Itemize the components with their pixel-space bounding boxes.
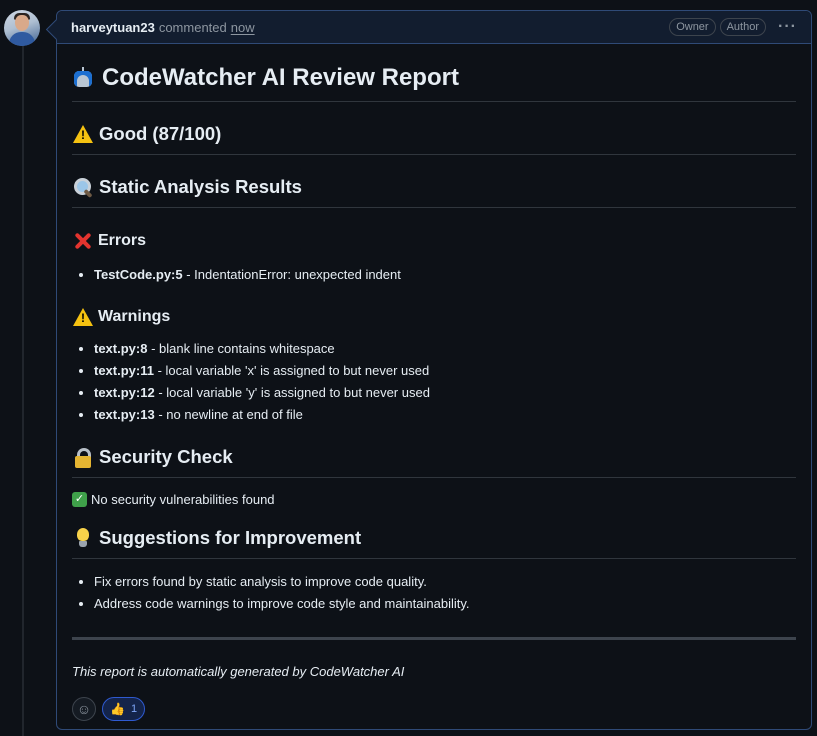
list-item: Address code warnings to improve code st… bbox=[94, 593, 796, 615]
warning-icon bbox=[72, 306, 94, 328]
comment-box: harveytuan23 commented now Owner Author … bbox=[56, 10, 812, 730]
robot-icon bbox=[72, 67, 94, 89]
static-analysis-heading: Static Analysis Results bbox=[72, 176, 796, 208]
warning-file: text.py:11 bbox=[94, 363, 154, 378]
owner-badge: Owner bbox=[669, 18, 716, 36]
warning-message: - blank line contains whitespace bbox=[147, 341, 335, 356]
report-title-text: CodeWatcher AI Review Report bbox=[102, 64, 459, 91]
smiley-icon[interactable]: ☺ bbox=[72, 697, 96, 721]
header-actions: Owner Author ··· bbox=[669, 18, 797, 36]
reaction-count: 1 bbox=[130, 703, 138, 715]
cross-mark-icon bbox=[72, 230, 94, 252]
timestamp-link[interactable]: now bbox=[231, 20, 255, 35]
security-heading: Security Check bbox=[72, 446, 796, 478]
list-item: text.py:12 - local variable 'y' is assig… bbox=[94, 382, 796, 404]
divider bbox=[72, 637, 796, 640]
warnings-heading-text: Warnings bbox=[98, 308, 171, 325]
warning-message: - local variable 'y' is assigned to but … bbox=[154, 385, 430, 400]
score-heading-text: Good (87/100) bbox=[99, 123, 222, 144]
reactions-bar: ☺ 👍 1 bbox=[72, 697, 796, 721]
error-file: TestCode.py:5 bbox=[94, 267, 183, 282]
warning-message: - no newline at end of file bbox=[154, 407, 303, 422]
author-badge: Author bbox=[719, 18, 767, 36]
kebab-horizontal-icon[interactable]: ··· bbox=[778, 18, 797, 36]
warning-file: text.py:13 bbox=[94, 407, 155, 422]
comment-body: CodeWatcher AI Review Report Good (87/10… bbox=[57, 64, 811, 721]
errors-heading-text: Errors bbox=[98, 232, 147, 249]
magnifier-icon bbox=[72, 176, 94, 198]
error-message: - IndentationError: unexpected indent bbox=[182, 267, 401, 282]
thumbs-up-reaction[interactable]: 👍 1 bbox=[102, 697, 146, 721]
warning-file: text.py:12 bbox=[94, 385, 155, 400]
comment-header: harveytuan23 commented now Owner Author … bbox=[57, 11, 811, 44]
footer-note: This report is automatically generated b… bbox=[72, 664, 405, 679]
errors-list: TestCode.py:5 - IndentationError: unexpe… bbox=[72, 264, 796, 286]
warnings-list: text.py:8 - blank line contains whitespa… bbox=[72, 338, 796, 426]
list-item: text.py:8 - blank line contains whitespa… bbox=[94, 338, 796, 360]
report-title: CodeWatcher AI Review Report bbox=[72, 64, 796, 102]
timeline-line bbox=[22, 46, 24, 736]
list-item: Fix errors found by static analysis to i… bbox=[94, 571, 796, 593]
suggestions-heading-text: Suggestions for Improvement bbox=[99, 527, 362, 548]
light-bulb-icon bbox=[72, 527, 94, 549]
list-item: TestCode.py:5 - IndentationError: unexpe… bbox=[94, 264, 796, 286]
comment-action: commented bbox=[158, 19, 227, 35]
security-result-text: No security vulnerabilities found bbox=[91, 492, 275, 507]
errors-heading: Errors bbox=[72, 230, 796, 252]
warning-icon bbox=[72, 123, 94, 145]
warning-file: text.py:8 bbox=[94, 341, 148, 356]
thumbs-up-icon: 👍 bbox=[110, 702, 125, 716]
check-mark-icon: ✓ bbox=[72, 492, 87, 507]
lock-icon bbox=[72, 446, 94, 468]
security-result: ✓ No security vulnerabilities found bbox=[72, 492, 796, 507]
warnings-heading: Warnings bbox=[72, 306, 796, 328]
security-heading-text: Security Check bbox=[99, 446, 233, 467]
list-item: text.py:13 - no newline at end of file bbox=[94, 404, 796, 426]
author-link[interactable]: harveytuan23 bbox=[71, 20, 155, 35]
score-heading: Good (87/100) bbox=[72, 123, 796, 155]
suggestions-heading: Suggestions for Improvement bbox=[72, 527, 796, 559]
list-item: text.py:11 - local variable 'x' is assig… bbox=[94, 360, 796, 382]
warning-message: - local variable 'x' is assigned to but … bbox=[153, 363, 430, 378]
suggestions-list: Fix errors found by static analysis to i… bbox=[72, 571, 796, 615]
avatar[interactable] bbox=[4, 10, 40, 46]
static-heading-text: Static Analysis Results bbox=[99, 176, 302, 197]
